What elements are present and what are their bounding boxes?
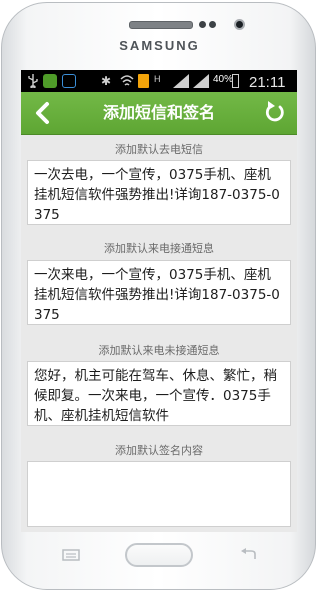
signal-icon (193, 74, 209, 88)
outgoing-sms-input[interactable]: 一次去电，一个宣传，0375手机、座机挂机短信软件强势推出!详询187-0375… (27, 160, 291, 225)
outgoing-sms-text: 一次去电，一个宣传，0375手机、座机挂机短信软件强势推出!详询187-0375… (34, 167, 280, 223)
incoming-answered-sms-text: 一次来电，一个宣传，0375手机、座机挂机短信软件强势推出!详询187-0375… (34, 267, 280, 323)
home-button[interactable] (125, 543, 193, 567)
earpiece-speaker (129, 21, 193, 29)
sensor-dot (209, 21, 216, 28)
shield-notification-icon (62, 74, 76, 88)
refresh-button[interactable] (253, 92, 297, 134)
missed-call-sms-label: 添加默认来电未接通短息 (98, 344, 220, 357)
wifi-icon (120, 75, 134, 86)
back-key-icon[interactable] (240, 548, 258, 562)
refresh-icon (266, 101, 284, 122)
missed-call-sms-text: 您好，机主可能在驾车、休息、繁忙，稍候即复。一次来电，一个宣传．0375手机、座… (34, 368, 277, 424)
device-brand: SAMSUNG (119, 38, 200, 53)
chevron-left-icon (36, 102, 49, 124)
document-notification-icon (138, 74, 149, 88)
incoming-answered-sms-input[interactable]: 一次来电，一个宣传，0375手机、座机挂机短信软件强势推出!详询187-0375… (27, 260, 291, 325)
incoming-answered-sms-label: 添加默认来电接通短息 (104, 242, 214, 255)
signature-label: 添加默认签名内容 (115, 444, 203, 457)
network-type: H (154, 74, 161, 84)
title-bar: 添加短信和签名 (21, 92, 297, 135)
status-bar: ✱ H 40% 21:11 (21, 70, 297, 92)
signature-text (28, 462, 290, 470)
signature-input[interactable] (27, 461, 291, 527)
bluetooth-icon: ✱ (101, 74, 112, 88)
screen: ✱ H 40% 21:11 添加短信和签名 添加默认去电短信 一次去电，一个宣传… (21, 70, 297, 532)
signal-icon (173, 74, 189, 88)
front-camera (234, 19, 245, 30)
battery-icon (232, 74, 239, 88)
page-title: 添加短信和签名 (102, 103, 215, 122)
sensor-dot (199, 21, 206, 28)
back-button[interactable] (21, 92, 65, 134)
status-time: 21:11 (249, 74, 286, 91)
outgoing-sms-label: 添加默认去电短信 (115, 143, 203, 156)
menu-key-icon[interactable] (62, 548, 80, 562)
missed-call-sms-input[interactable]: 您好，机主可能在驾车、休息、繁忙，稍候即复。一次来电，一个宣传．0375手机、座… (27, 361, 291, 426)
app-notification-icon (43, 74, 57, 88)
battery-percent: 40% (213, 74, 234, 85)
usb-icon (28, 74, 38, 88)
